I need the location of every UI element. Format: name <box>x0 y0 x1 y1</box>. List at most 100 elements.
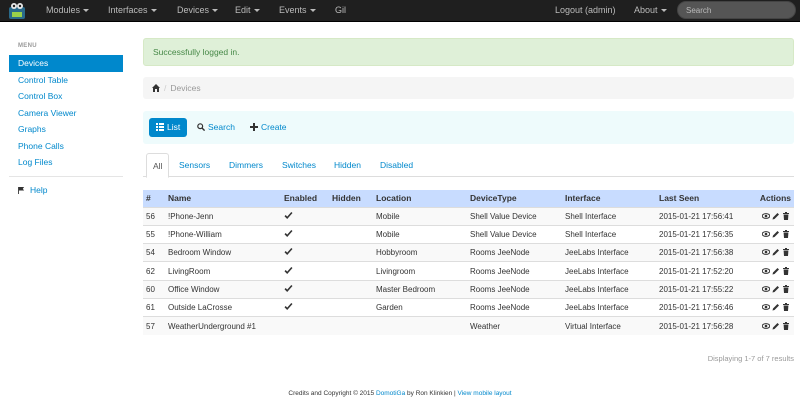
sidebar-item-control-box[interactable]: Control Box <box>9 88 123 105</box>
nav-menu-label: Gil <box>335 5 346 15</box>
column-header-enabled[interactable]: Enabled <box>281 190 329 207</box>
nav-menu-label: Events <box>279 5 307 15</box>
column-header-interface[interactable]: Interface <box>562 190 656 207</box>
cell-interface: Shell Interface <box>562 206 656 226</box>
pencil-icon[interactable] <box>772 303 780 311</box>
search-button[interactable]: Search <box>197 118 235 137</box>
cell-id: 61 <box>143 297 165 317</box>
cell-interface: JeeLabs Interface <box>562 261 656 281</box>
action-toolbar: List Search Create <box>143 111 794 144</box>
nav-menu-events[interactable]: Events <box>279 0 316 22</box>
trash-icon[interactable] <box>782 321 790 330</box>
column-header-last-seen[interactable]: Last Seen <box>656 190 751 207</box>
eye-icon[interactable] <box>762 285 770 293</box>
pencil-icon[interactable] <box>772 322 780 330</box>
table-row[interactable]: 60 Office Window Master Bedroom Rooms JeeNo… <box>143 279 794 299</box>
trash-icon[interactable] <box>782 248 790 257</box>
logout-link[interactable]: Logout (admin) <box>555 0 616 22</box>
column-header-location[interactable]: Location <box>373 190 467 207</box>
eye-icon[interactable] <box>762 267 770 275</box>
pencil-icon[interactable] <box>772 212 780 220</box>
search-input[interactable] <box>677 1 796 19</box>
column-header-hidden[interactable]: Hidden <box>329 190 373 207</box>
trash-icon[interactable] <box>782 211 790 220</box>
pencil-icon[interactable] <box>772 248 780 256</box>
eye-icon[interactable] <box>762 230 770 238</box>
cell-type: Rooms JeeNode <box>467 243 562 262</box>
cell-actions <box>751 316 794 336</box>
cell-enabled <box>281 261 329 281</box>
mobile-layout-link[interactable]: View mobile layout <box>458 390 512 397</box>
sidebar-item-log-files[interactable]: Log Files <box>9 154 123 171</box>
sidebar-item-phone-calls[interactable]: Phone Calls <box>9 138 123 155</box>
trash-icon[interactable] <box>782 229 790 238</box>
eye-icon[interactable] <box>762 248 770 256</box>
pencil-icon[interactable] <box>772 230 780 238</box>
table-header-row: # Name Enabled Hidden Location DeviceTyp… <box>143 190 794 207</box>
tab-dimmers[interactable]: Dimmers <box>223 153 269 177</box>
search-label: Search <box>208 122 235 132</box>
nav-menu-gil[interactable]: Gil <box>335 0 346 22</box>
table-row[interactable]: 55 !Phone-William Mobile Shell Value Device… <box>143 224 794 244</box>
table-row[interactable]: 62 LivingRoom Livingroom Rooms JeeNode JeeLa… <box>143 261 794 281</box>
sidebar: MENU Devices Control Table Control Box Came… <box>9 37 123 198</box>
eye-icon[interactable] <box>762 303 770 311</box>
table-row[interactable]: 57 WeatherUnderground #1 Weather Virtual In… <box>143 316 794 336</box>
column-header-devicetype[interactable]: DeviceType <box>467 190 562 207</box>
search-icon <box>197 123 205 131</box>
create-button[interactable]: Create <box>250 118 287 137</box>
help-link[interactable]: Help <box>9 182 123 199</box>
domotiga-logo-icon[interactable] <box>8 2 26 20</box>
table-row[interactable]: 56 !Phone-Jenn Mobile Shell Value Device She… <box>143 206 794 226</box>
pencil-icon[interactable] <box>772 267 780 275</box>
sidebar-item-camera-viewer[interactable]: Camera Viewer <box>9 105 123 122</box>
checkmark-icon <box>284 284 293 292</box>
results-summary: Displaying 1-7 of 7 results <box>707 354 794 363</box>
tab-sensors[interactable]: Sensors <box>173 153 216 177</box>
pencil-icon[interactable] <box>772 285 780 293</box>
list-button[interactable]: List <box>149 118 188 137</box>
tab-switches[interactable]: Switches <box>276 153 322 177</box>
column-header-id[interactable]: # <box>143 190 165 207</box>
flag-icon <box>18 186 25 194</box>
table-row[interactable]: 54 Bedroom Window Hobbyroom Rooms JeeNode Je… <box>143 243 794 262</box>
domotiga-link[interactable]: DomotiGa <box>376 390 405 397</box>
home-icon[interactable] <box>152 84 160 92</box>
cell-id: 57 <box>143 316 165 336</box>
sidebar-item-devices[interactable]: Devices <box>9 55 123 72</box>
trash-icon[interactable] <box>782 303 790 312</box>
nav-menu-interfaces[interactable]: Interfaces <box>108 0 157 22</box>
nav-menu-modules[interactable]: Modules <box>46 0 90 22</box>
nav-menu-devices[interactable]: Devices <box>177 0 219 22</box>
sidebar-divider <box>9 175 123 177</box>
checkmark-icon <box>284 266 293 274</box>
eye-icon[interactable] <box>762 212 770 220</box>
trash-icon[interactable] <box>782 266 790 275</box>
cell-last-seen: 2015-01-21 17:55:22 <box>656 279 751 299</box>
table-row[interactable]: 61 Outside LaCrosse Garden Rooms JeeNode Jee… <box>143 297 794 317</box>
nav-menu-label: Devices <box>177 5 210 15</box>
cell-actions <box>751 206 794 226</box>
cell-type: Rooms JeeNode <box>467 279 562 299</box>
tab-all[interactable]: All <box>146 153 170 178</box>
top-navbar: Modules Interfaces Devices Edit Events Gil Lo… <box>0 0 800 22</box>
cell-id: 62 <box>143 261 165 281</box>
chevron-down-icon <box>309 9 316 13</box>
cell-last-seen: 2015-01-21 17:56:28 <box>656 316 751 336</box>
sidebar-item-control-table[interactable]: Control Table <box>9 72 123 89</box>
nav-menu-edit[interactable]: Edit <box>235 0 260 22</box>
cell-type: Rooms JeeNode <box>467 297 562 317</box>
trash-icon[interactable] <box>782 284 790 293</box>
sidebar-item-graphs[interactable]: Graphs <box>9 121 123 138</box>
eye-icon[interactable] <box>762 322 770 330</box>
about-menu[interactable]: About <box>634 0 667 22</box>
cell-last-seen: 2015-01-21 17:56:41 <box>656 206 751 226</box>
column-header-name[interactable]: Name <box>165 190 281 207</box>
cell-enabled <box>281 224 329 244</box>
tab-hidden[interactable]: Hidden <box>328 153 367 177</box>
cell-type: Shell Value Device <box>467 224 562 244</box>
chevron-down-icon <box>660 9 667 13</box>
cell-name: Outside LaCrosse <box>165 297 281 317</box>
tab-disabled[interactable]: Disabled <box>374 153 419 177</box>
cell-location <box>373 316 467 336</box>
